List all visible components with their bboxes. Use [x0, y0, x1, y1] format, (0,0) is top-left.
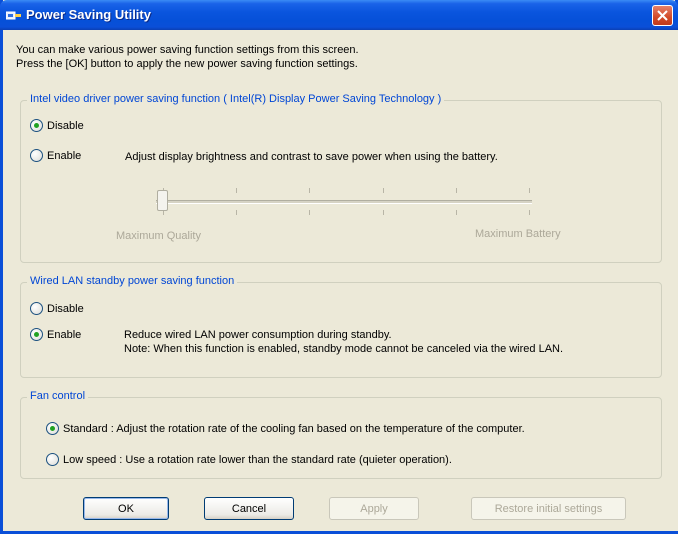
video-slider-track[interactable] — [156, 200, 532, 204]
fan-standard-radio-circle[interactable] — [46, 422, 59, 435]
slider-tick — [529, 210, 530, 215]
fan-standard-radio[interactable]: Standard : Adjust the rotation rate of t… — [46, 422, 525, 435]
dialog-content: You can make various power saving functi… — [6, 30, 678, 531]
lan-disable-radio[interactable]: Disable — [30, 302, 84, 315]
fan-low-radio-circle[interactable] — [46, 453, 59, 466]
slider-tick — [382, 210, 384, 215]
lan-enable-radio[interactable]: Enable — [30, 328, 81, 341]
video-slider-thumb[interactable] — [157, 190, 168, 211]
slider-max-label: Maximum Battery — [475, 228, 561, 240]
lan-group-legend: Wired LAN standby power saving function — [27, 275, 238, 287]
video-disable-label[interactable]: Disable — [47, 120, 84, 132]
app-icon — [6, 11, 21, 20]
fan-low-radio[interactable]: Low speed : Use a rotation rate lower th… — [46, 453, 452, 466]
slider-tick — [455, 188, 457, 193]
close-button[interactable] — [652, 5, 673, 26]
video-group-legend: Intel video driver power saving function… — [27, 93, 445, 105]
video-enable-radio-circle[interactable] — [30, 149, 43, 162]
slider-tick — [455, 210, 457, 215]
apply-button[interactable]: Apply — [329, 497, 419, 520]
lan-enable-radio-circle[interactable] — [30, 328, 43, 341]
video-enable-description: Adjust display brightness and contrast t… — [125, 151, 498, 163]
video-disable-radio[interactable]: Disable — [30, 119, 84, 132]
slider-tick — [529, 188, 530, 193]
intro-line-2: Press the [OK] button to apply the new p… — [16, 58, 358, 70]
close-icon — [657, 10, 668, 21]
video-enable-label[interactable]: Enable — [47, 150, 81, 162]
slider-min-label: Maximum Quality — [116, 230, 201, 242]
intro-line-1: You can make various power saving functi… — [16, 44, 359, 56]
lan-enable-description: Reduce wired LAN power consumption durin… — [124, 328, 563, 356]
lan-enable-label[interactable]: Enable — [47, 329, 81, 341]
fan-control-group: Fan control — [20, 390, 662, 479]
lan-desc-line-2: Note: When this function is enabled, sta… — [124, 343, 564, 355]
power-saving-utility-window: Power Saving Utility You can make variou… — [0, 0, 678, 534]
slider-tick — [236, 210, 238, 215]
slider-tick — [309, 210, 311, 215]
restore-initial-settings-button[interactable]: Restore initial settings — [471, 497, 626, 520]
cancel-button[interactable]: Cancel — [204, 497, 294, 520]
ok-button[interactable]: OK — [83, 497, 169, 520]
fan-standard-label[interactable]: Standard : Adjust the rotation rate of t… — [63, 423, 525, 435]
slider-tick — [236, 188, 238, 193]
lan-disable-label[interactable]: Disable — [47, 303, 84, 315]
fan-group-legend: Fan control — [27, 390, 89, 402]
title-bar[interactable]: Power Saving Utility — [0, 0, 678, 30]
intro-text: You can make various power saving functi… — [16, 43, 359, 71]
slider-tick — [382, 188, 384, 193]
window-title: Power Saving Utility — [26, 7, 151, 22]
video-enable-radio[interactable]: Enable — [30, 149, 81, 162]
video-disable-radio-circle[interactable] — [30, 119, 43, 132]
lan-disable-radio-circle[interactable] — [30, 302, 43, 315]
lan-desc-line-1: Reduce wired LAN power consumption durin… — [124, 329, 392, 341]
slider-tick — [309, 188, 311, 193]
fan-low-label[interactable]: Low speed : Use a rotation rate lower th… — [63, 454, 452, 466]
